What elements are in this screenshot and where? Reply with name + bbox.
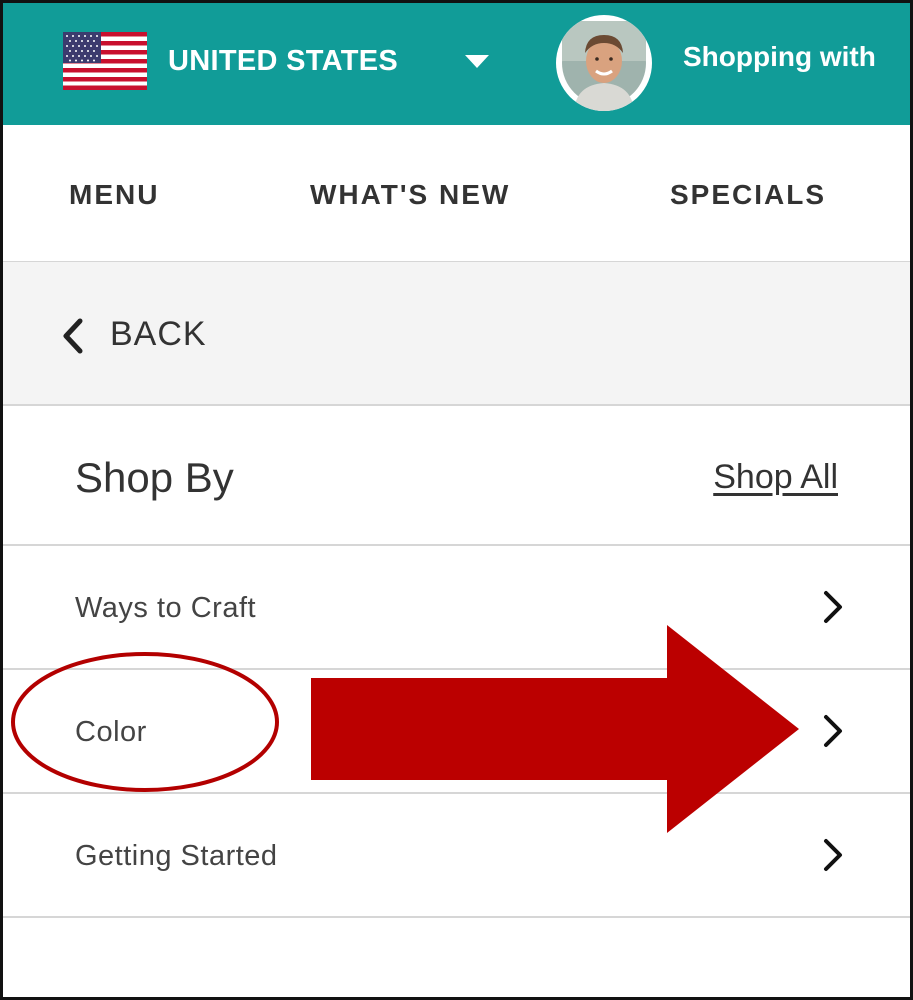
nav-whats-new[interactable]: WHAT'S NEW	[310, 179, 510, 211]
us-flag-icon[interactable]	[63, 32, 147, 90]
list-item-getting-started[interactable]: Getting Started	[3, 794, 910, 918]
demonstrator-avatar[interactable]	[556, 15, 652, 111]
shop-all-link[interactable]: Shop All	[713, 458, 838, 497]
app-frame: UNITED STATES Shopping with MENU WHAT'S …	[0, 0, 913, 1000]
country-label: UNITED STATES	[168, 44, 398, 77]
list-item-ways-to-craft[interactable]: Ways to Craft	[3, 546, 910, 670]
chevron-left-icon	[63, 318, 83, 354]
top-bar: UNITED STATES Shopping with	[3, 3, 910, 125]
chevron-right-icon	[824, 715, 842, 747]
back-button[interactable]: BACK	[3, 262, 910, 406]
main-nav: MENU WHAT'S NEW SPECIALS	[3, 125, 910, 263]
shop-by-title: Shop By	[75, 454, 234, 501]
chevron-right-icon	[824, 591, 842, 623]
list-item-color[interactable]: Color	[3, 670, 910, 794]
caret-down-icon[interactable]	[465, 55, 489, 69]
country-selector[interactable]: UNITED STATES	[168, 41, 398, 81]
nav-specials[interactable]: SPECIALS	[670, 179, 826, 211]
list-item-label: Color	[75, 716, 147, 748]
list-item-label: Getting Started	[75, 840, 278, 872]
shopping-with-label[interactable]: Shopping with	[683, 41, 876, 73]
nav-menu[interactable]: MENU	[69, 179, 159, 211]
list-item-label: Ways to Craft	[75, 592, 257, 624]
avatar-photo	[558, 17, 650, 111]
back-label: BACK	[110, 315, 207, 353]
shop-by-header: Shop By Shop All	[3, 406, 910, 546]
chevron-right-icon	[824, 839, 842, 871]
